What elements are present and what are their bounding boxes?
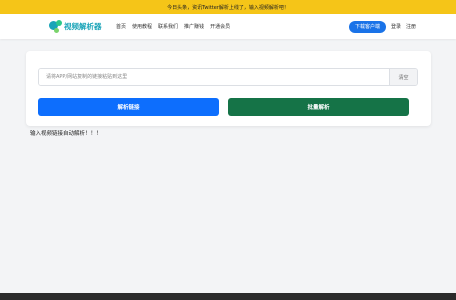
logo-text: 视频解析器: [64, 22, 102, 31]
main-nav: 首页 使用教程 联系我们 推广赚钱 开通会员: [116, 23, 230, 30]
announcement-bar: 今日头条，资讯Twitter解析上线了，输入视频解析吧！: [0, 0, 456, 14]
nav-membership[interactable]: 开通会员: [210, 23, 230, 30]
hint-text: 输入视频链接自动解析！！！: [30, 131, 102, 137]
header-actions: 下载客户端 登录 注册: [348, 20, 416, 33]
download-client-button[interactable]: 下载客户端: [348, 20, 386, 33]
url-input[interactable]: [39, 69, 389, 85]
header: 视频解析器 首页 使用教程 联系我们 推广赚钱 开通会员 下载客户端 登录 注册: [0, 14, 456, 39]
clear-button[interactable]: 清空: [389, 69, 417, 85]
nav-tutorial[interactable]: 使用教程: [132, 23, 152, 30]
nav-home[interactable]: 首页: [116, 23, 126, 30]
parse-card: 清空 解析链接 批量解析: [26, 51, 431, 126]
logo-icon: [48, 19, 62, 34]
footer: [0, 293, 456, 300]
parse-link-button[interactable]: 解析链接: [38, 98, 219, 116]
url-input-group: 清空: [38, 68, 418, 86]
nav-contact[interactable]: 联系我们: [158, 23, 178, 30]
announcement-text: 今日头条，资讯Twitter解析上线了，输入视频解析吧！: [167, 4, 289, 11]
login-link[interactable]: 登录: [391, 23, 401, 30]
logo[interactable]: 视频解析器: [48, 19, 108, 34]
register-link[interactable]: 注册: [406, 23, 416, 30]
batch-parse-button[interactable]: 批量解析: [228, 98, 409, 116]
nav-promote[interactable]: 推广赚钱: [184, 23, 204, 30]
